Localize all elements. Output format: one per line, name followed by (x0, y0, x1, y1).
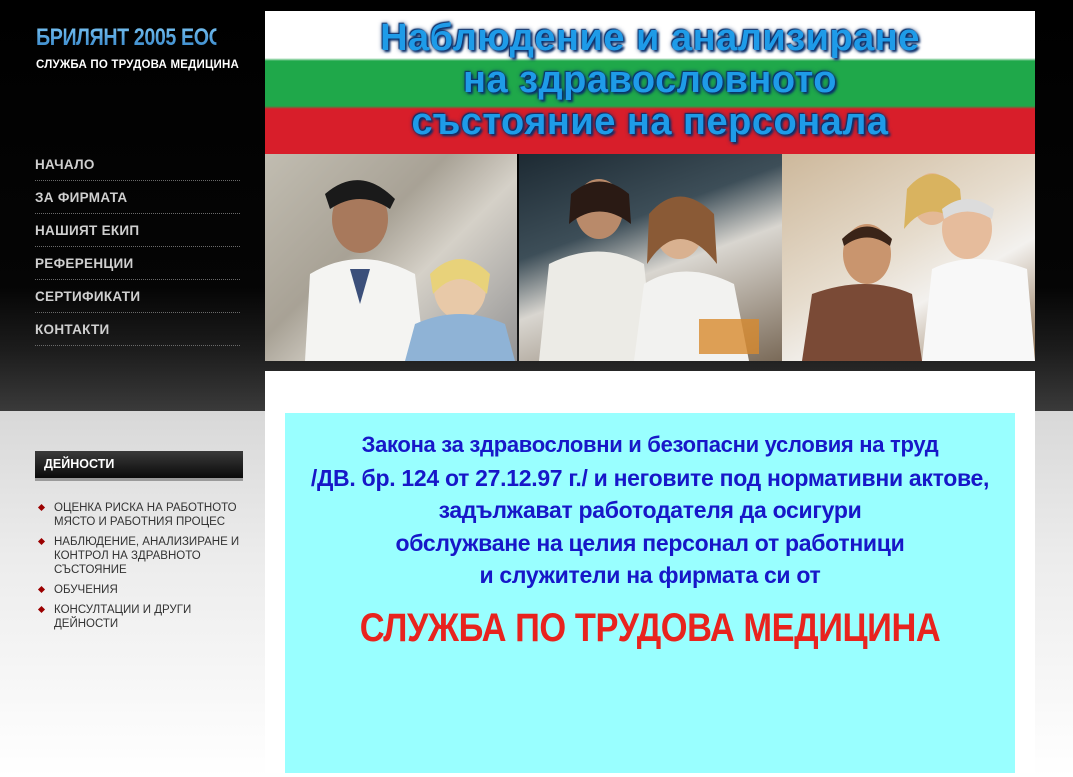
main-text-line: Закона за здравословни и безопасни услов… (361, 432, 939, 457)
sidebar: ДЕЙНОСТИ ОЦЕНКА РИСКА НА РАБОТНОТО МЯСТО… (35, 451, 243, 637)
sidebar-list: ОЦЕНКА РИСКА НА РАБОТНОТО МЯСТО И РАБОТН… (35, 501, 243, 631)
banner-photos (265, 154, 1035, 361)
banner-title-line: Наблюдение и анализиране (380, 17, 920, 59)
main-text-line: обслужване на целия персонал от работниц… (395, 529, 905, 556)
main-nav: НАЧАЛО ЗА ФИРМАТА НАШИЯТ ЕКИП РЕФЕРЕНЦИИ… (35, 148, 240, 346)
banner-title-line: на здравословното (463, 59, 837, 101)
nav-item-home[interactable]: НАЧАЛО (35, 148, 240, 181)
main-text-line: /ДВ. бр. 124 от 27.12.97 г./ и неговите … (310, 464, 990, 491)
nav-item-certificates[interactable]: СЕРТИФИКАТИ (35, 280, 240, 313)
banner-title-line: състояние на персонала (411, 101, 889, 143)
sidebar-item-trainings[interactable]: ОБУЧЕНИЯ (39, 583, 243, 597)
photo-doctors (265, 154, 517, 361)
main-text: Закона за здравословни и безопасни услов… (285, 413, 1015, 592)
sidebar-item-risk-assessment[interactable]: ОЦЕНКА РИСКА НА РАБОТНОТО МЯСТО И РАБОТН… (39, 501, 243, 529)
sidebar-heading: ДЕЙНОСТИ (35, 451, 243, 481)
main-text-line: и служители на фирмата си от (479, 562, 821, 588)
photo-lab (519, 154, 782, 361)
sidebar-item-health-monitoring[interactable]: НАБЛЮДЕНИЕ, АНАЛИЗИРАНЕ И КОНТРОЛ НА ЗДР… (39, 535, 243, 577)
header-banner: Наблюдение и анализиране на здравословно… (265, 11, 1035, 361)
nav-item-about[interactable]: ЗА ФИРМАТА (35, 181, 240, 214)
main-highlight-title: СЛУЖБА ПО ТРУДОВА МЕДИЦИНА (359, 605, 941, 650)
photo-examination (782, 154, 1035, 361)
nav-item-team[interactable]: НАШИЯТ ЕКИП (35, 214, 240, 247)
sidebar-item-consultations[interactable]: КОНСУЛТАЦИИ И ДРУГИ ДЕЙНОСТИ (39, 603, 243, 631)
logo-subtitle: СЛУЖБА ПО ТРУДОВА МЕДИЦИНА (36, 59, 240, 71)
main-text-line: задължават работодателя да осигури (438, 497, 862, 523)
main-content-box: Закона за здравословни и безопасни услов… (285, 413, 1015, 773)
nav-item-contacts[interactable]: КОНТАКТИ (35, 313, 240, 346)
banner-title: Наблюдение и анализиране на здравословно… (265, 17, 1035, 143)
site-logo[interactable]: БРИЛЯНТ 2005 ЕООД СЛУЖБА ПО ТРУДОВА МЕДИ… (36, 24, 256, 71)
logo-title: БРИЛЯНТ 2005 ЕООД (36, 24, 237, 51)
nav-item-references[interactable]: РЕФЕРЕНЦИИ (35, 247, 240, 280)
